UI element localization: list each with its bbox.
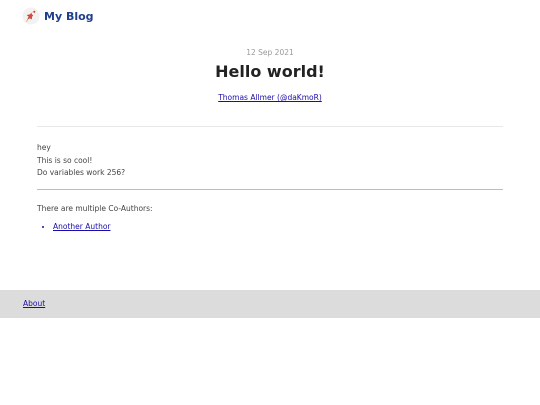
- post-title: Hello world!: [215, 62, 325, 81]
- site-footer: About: [0, 290, 540, 318]
- rocket-icon[interactable]: [22, 7, 40, 25]
- divider: [37, 126, 503, 127]
- divider: [37, 189, 503, 190]
- author-link[interactable]: Thomas Allmer (@daKmoR): [218, 93, 322, 102]
- coauthors-label: There are multiple Co-Authors:: [37, 204, 153, 213]
- content-line: Do variables work 256?: [37, 168, 126, 177]
- site-header: My Blog: [22, 7, 94, 25]
- content-line: hey: [37, 143, 51, 152]
- list-item: Another Author: [53, 222, 111, 231]
- coauthor-list: Another Author: [37, 222, 111, 231]
- about-link[interactable]: About: [23, 299, 45, 308]
- coauthor-link[interactable]: Another Author: [53, 222, 111, 231]
- author-byline: Thomas Allmer (@daKmoR): [0, 93, 540, 102]
- post-date: 12 Sep 2021: [246, 48, 294, 57]
- content-line: This is so cool!: [37, 155, 93, 165]
- post-content: hey This is so cool! Do variables work 2…: [37, 142, 125, 180]
- brand-link[interactable]: My Blog: [44, 10, 94, 23]
